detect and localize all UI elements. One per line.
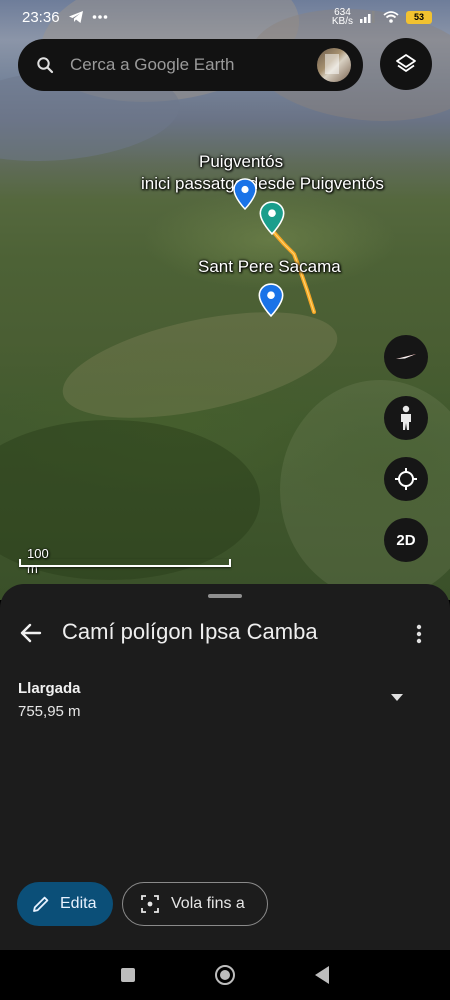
map-label-puigventos[interactable]: Puigventós (199, 152, 283, 172)
fly-to-button[interactable]: Vola fins a (122, 882, 268, 926)
search-bar[interactable] (18, 39, 363, 91)
sheet-drag-handle[interactable] (208, 594, 242, 598)
battery-icon: 53 (406, 10, 432, 24)
more-vert-icon (416, 624, 422, 644)
layers-button[interactable] (380, 38, 432, 90)
placemark-pin-icon[interactable] (258, 283, 284, 317)
edit-label: Edita (60, 895, 97, 912)
my-location-icon (395, 468, 417, 490)
back-button[interactable] (18, 620, 44, 646)
status-time: 23:36 (22, 8, 60, 26)
recents-icon[interactable] (121, 968, 135, 982)
home-icon[interactable] (215, 965, 235, 985)
unit-dropdown[interactable] (386, 688, 408, 706)
status-bar: 23:36 634 KB/s 53 (0, 0, 450, 34)
pegman-icon (401, 405, 411, 430)
telegram-icon (68, 11, 83, 23)
back-icon[interactable] (315, 966, 329, 984)
wifi-icon (383, 11, 399, 23)
system-nav-bar (0, 950, 450, 1000)
search-input[interactable] (70, 55, 317, 75)
length-label: Llargada (18, 680, 81, 697)
compass-button[interactable] (384, 335, 428, 379)
net-speed-unit: KB/s (331, 16, 353, 27)
layers-icon (396, 54, 416, 72)
street-view-button[interactable] (384, 396, 428, 440)
net-speed: 634 KB/s (331, 8, 353, 27)
compass-icon (396, 354, 416, 359)
signal-icon (360, 11, 375, 23)
map-label-sant-pere[interactable]: Sant Pere Sacama (198, 257, 341, 277)
arrow-back-icon (20, 623, 42, 643)
avatar[interactable] (317, 48, 351, 82)
sheet-title: Camí polígon Ipsa Camba (62, 619, 318, 644)
fly-to-label: Vola fins a (171, 895, 245, 912)
map-label-inici-passatge[interactable]: inici passatge desde Puigventós (141, 174, 384, 194)
my-location-button[interactable] (384, 457, 428, 501)
placemark-pin-icon[interactable] (233, 178, 257, 210)
view-mode-toggle[interactable]: 2D (384, 518, 428, 562)
details-sheet: Camí polígon Ipsa Camba Llargada 755,95 … (0, 584, 450, 950)
dropdown-arrow-icon (391, 693, 403, 701)
sheet-header: Camí polígon Ipsa Camba (0, 614, 450, 654)
scale-bar-ruler (19, 559, 231, 567)
more-dots-icon (92, 15, 107, 19)
more-options-button[interactable] (408, 620, 430, 648)
edit-button[interactable]: Edita (17, 882, 113, 926)
pencil-icon (33, 896, 49, 912)
length-value: 755,95 m (18, 703, 81, 720)
focus-frame-icon (141, 895, 159, 913)
search-icon[interactable] (34, 54, 56, 76)
placemark-pin-icon[interactable] (259, 201, 285, 235)
